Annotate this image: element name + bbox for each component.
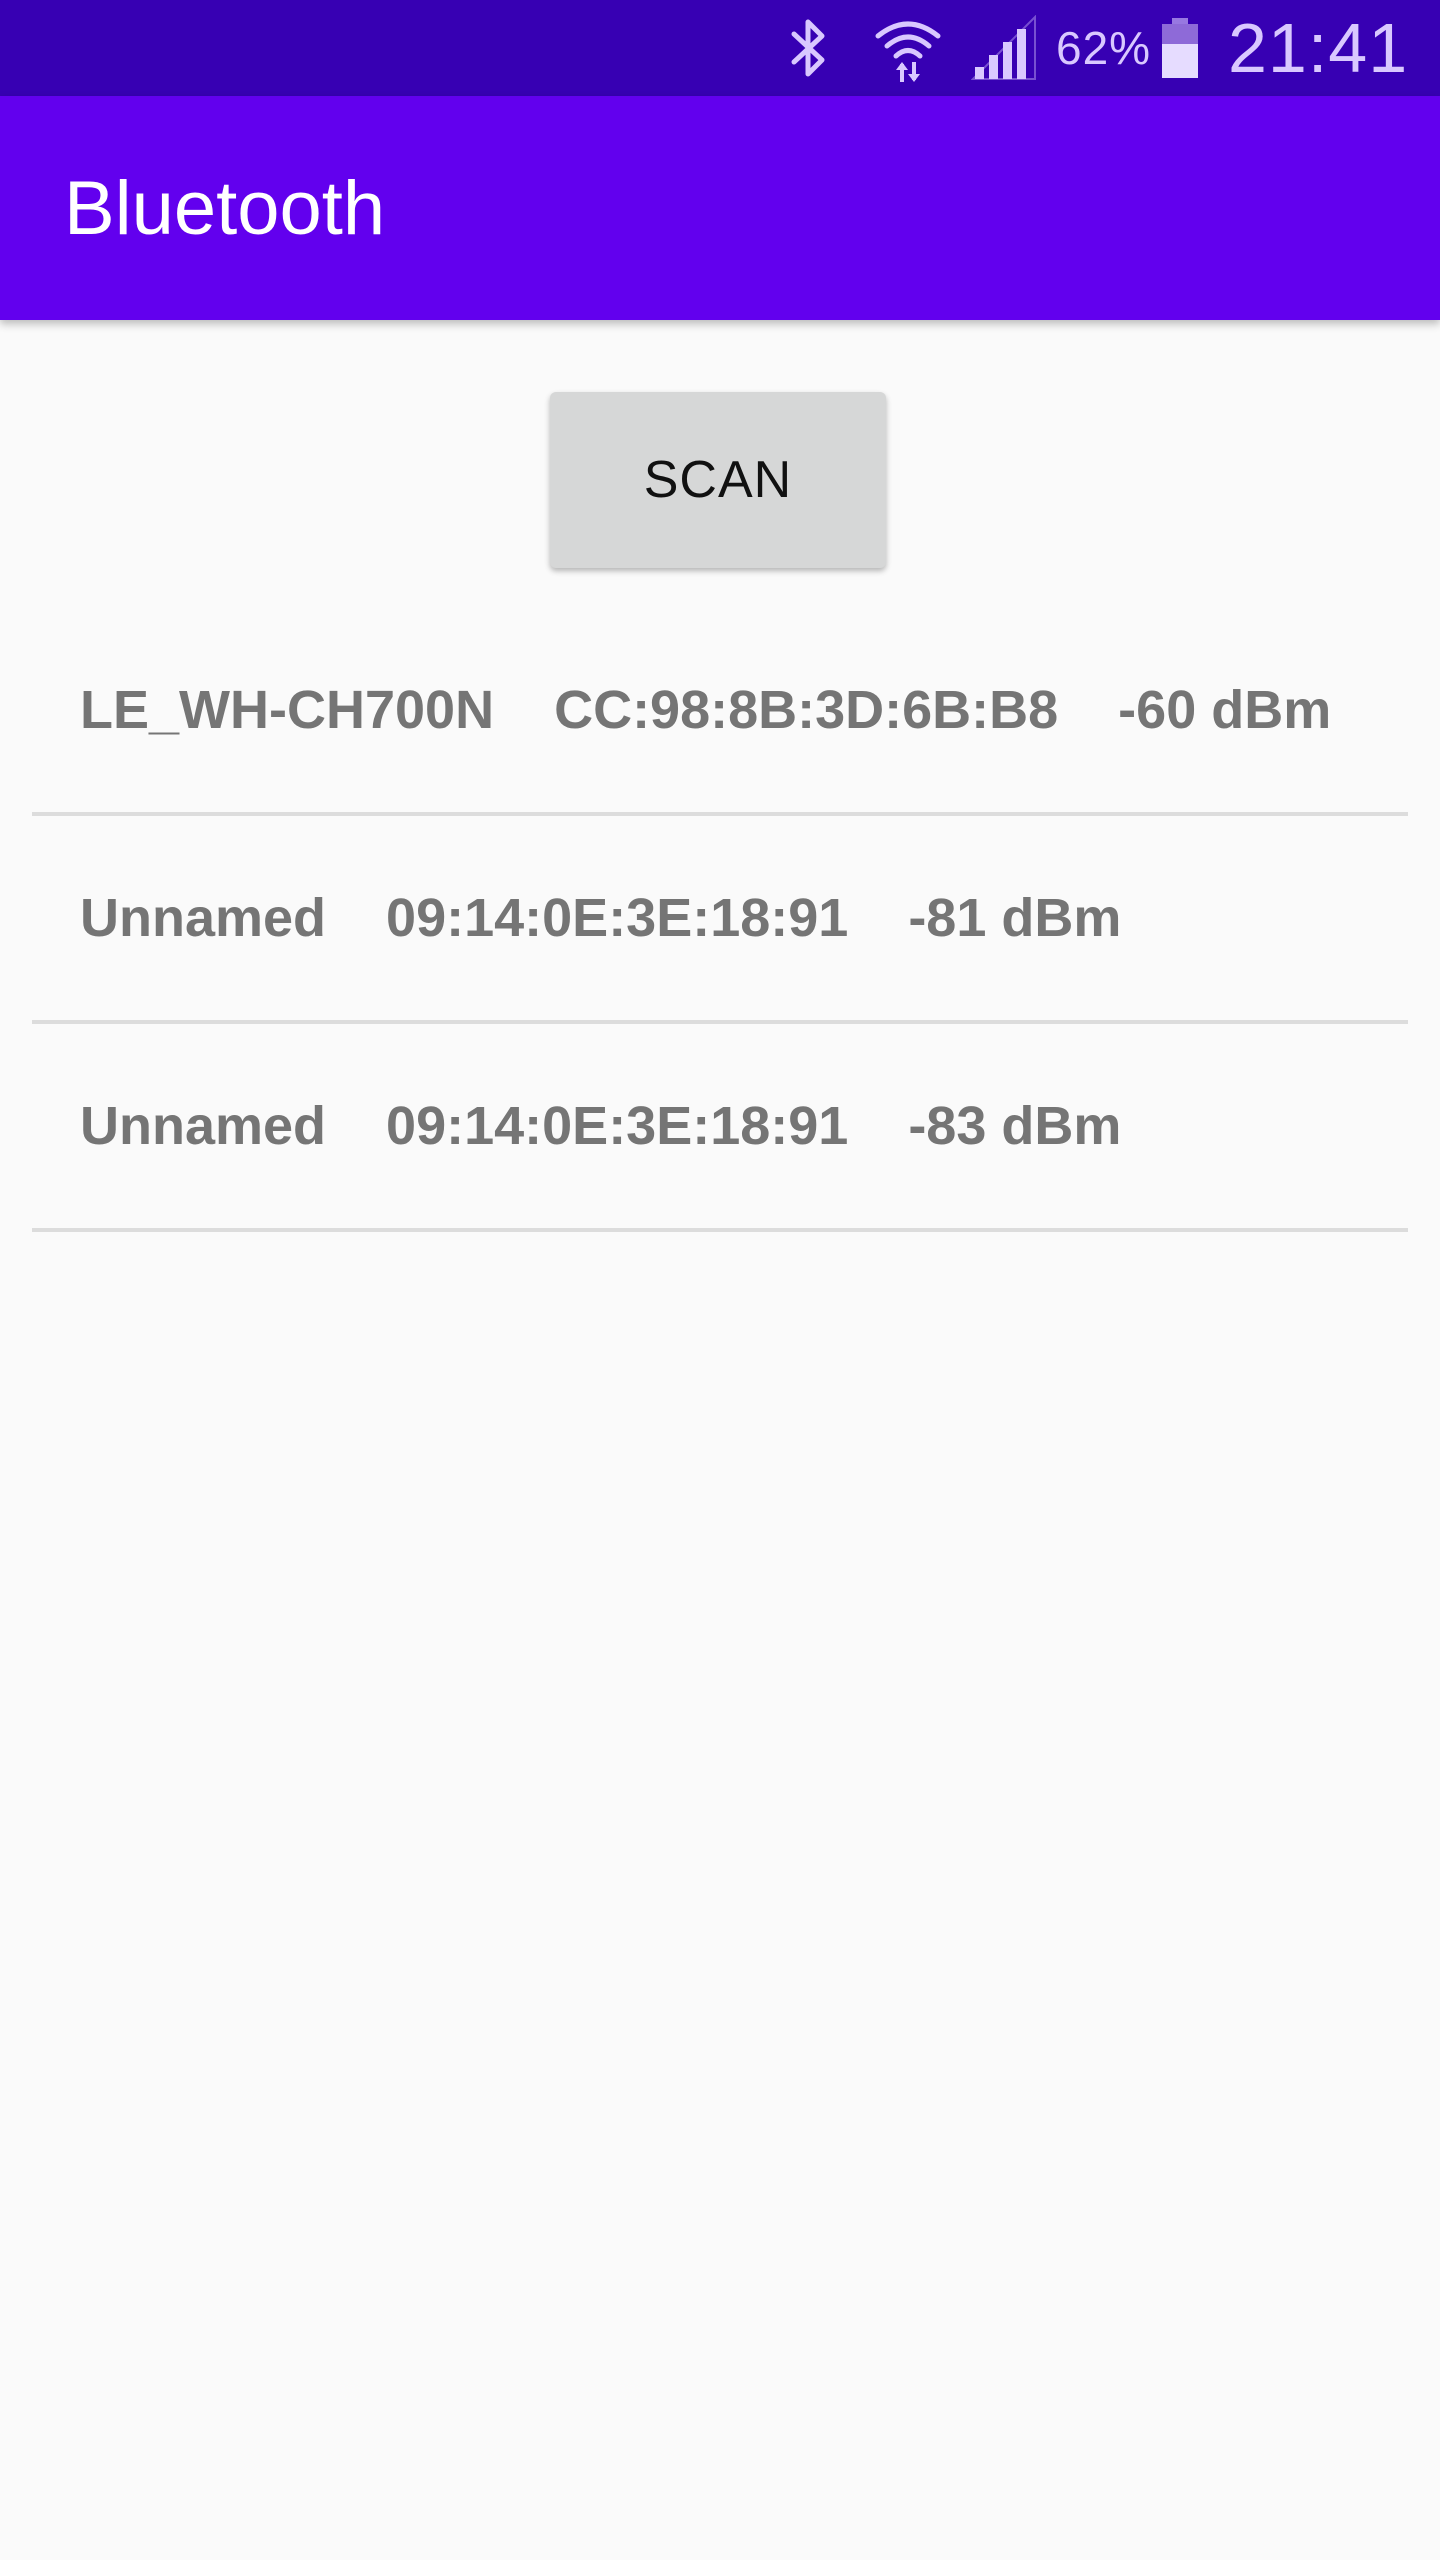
device-list-item[interactable]: LE_WH-CH700N CC:98:8B:3D:6B:B8 -60 dBm bbox=[32, 608, 1408, 816]
app-bar: Bluetooth bbox=[0, 96, 1440, 320]
device-info: Unnamed 09:14:0E:3E:18:91 -83 dBm bbox=[80, 1096, 1122, 1156]
device-info: Unnamed 09:14:0E:3E:18:91 -81 dBm bbox=[80, 888, 1122, 948]
app-title: Bluetooth bbox=[64, 165, 386, 251]
signal-icon bbox=[968, 0, 1040, 96]
wifi-icon bbox=[868, 0, 948, 96]
device-list-item[interactable]: Unnamed 09:14:0E:3E:18:91 -83 dBm bbox=[32, 1024, 1408, 1232]
scan-button[interactable]: SCAN bbox=[550, 392, 886, 568]
status-time: 21:41 bbox=[1228, 9, 1409, 87]
bluetooth-icon bbox=[778, 0, 838, 96]
battery-percent: 62% bbox=[1056, 22, 1152, 74]
battery-icon bbox=[1158, 0, 1202, 96]
device-info: LE_WH-CH700N CC:98:8B:3D:6B:B8 -60 dBm bbox=[80, 680, 1332, 740]
device-list: LE_WH-CH700N CC:98:8B:3D:6B:B8 -60 dBm U… bbox=[32, 608, 1408, 1232]
device-list-item[interactable]: Unnamed 09:14:0E:3E:18:91 -81 dBm bbox=[32, 816, 1408, 1024]
status-bar: 62% 21:41 bbox=[0, 0, 1440, 96]
